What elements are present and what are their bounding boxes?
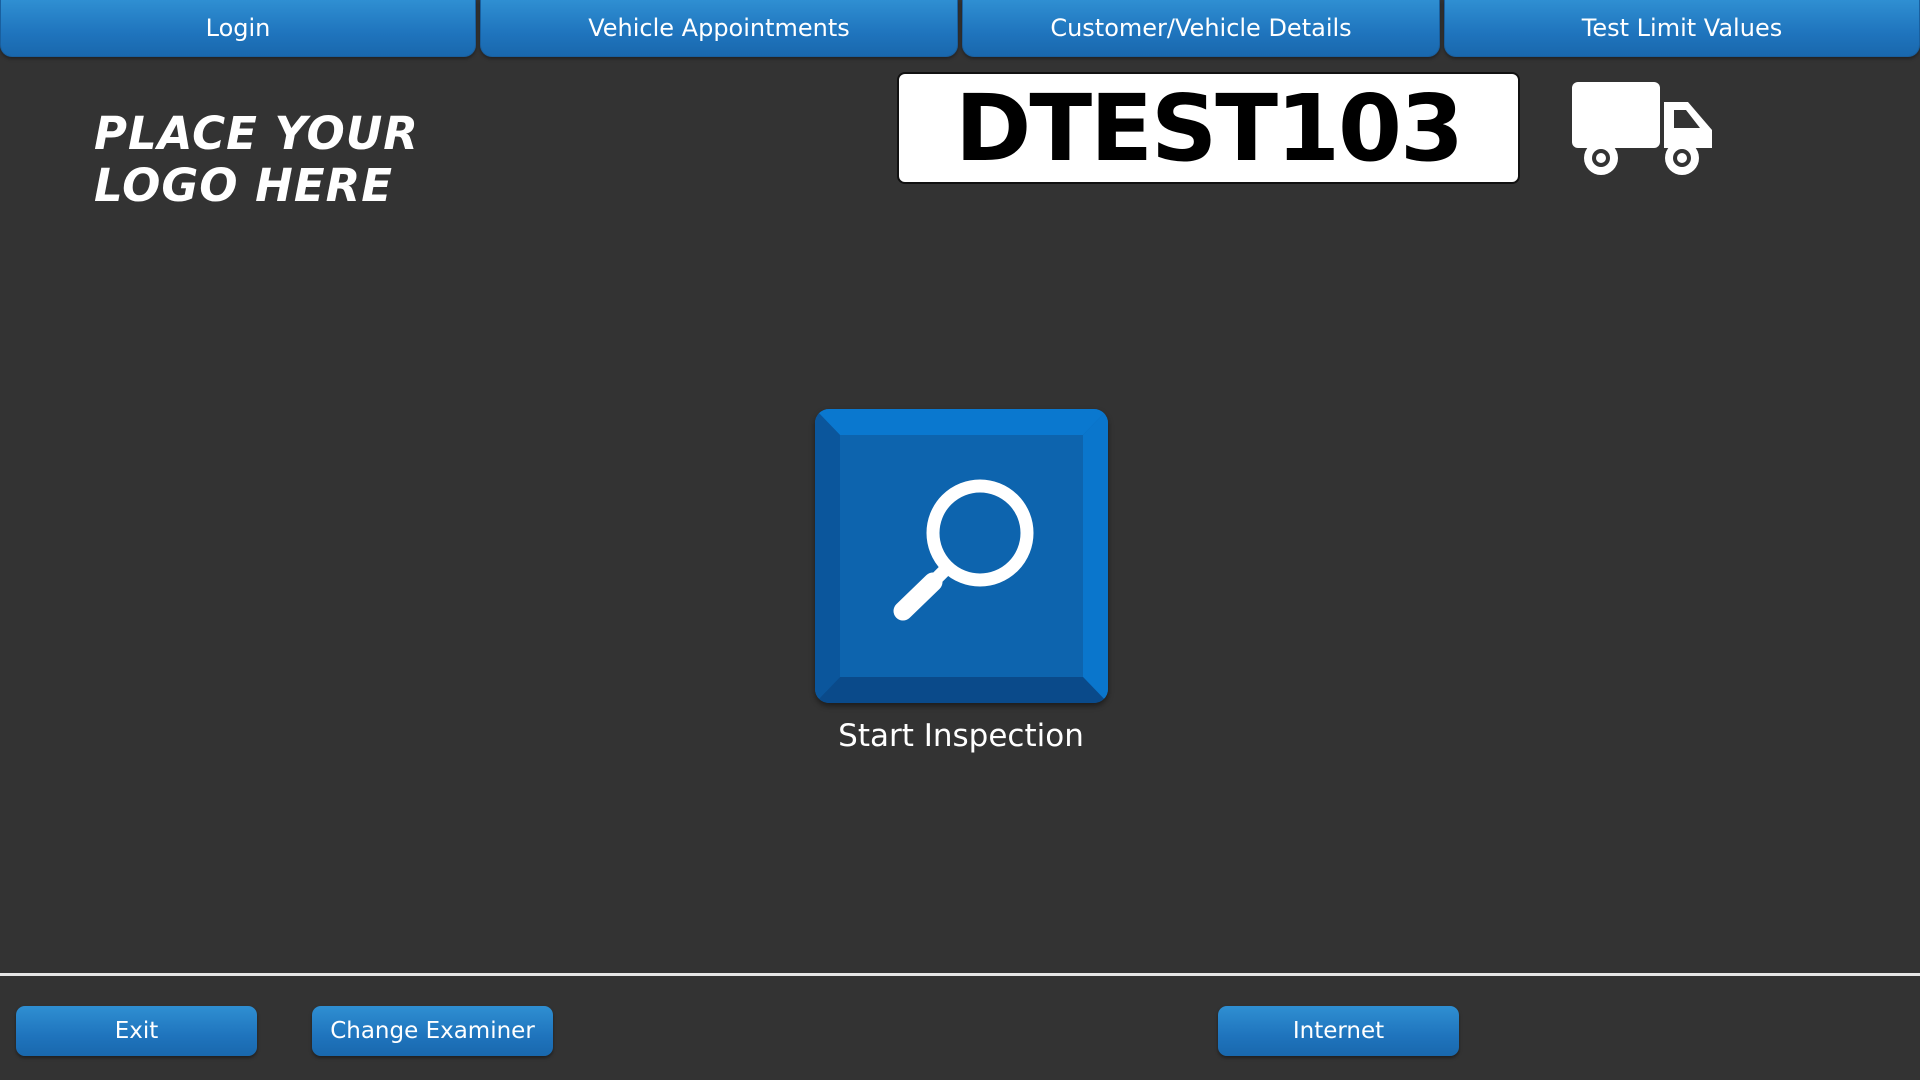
license-plate-number: DTEST103: [954, 74, 1464, 182]
tab-customer-vehicle-details[interactable]: Customer/Vehicle Details: [962, 0, 1440, 57]
logo-line-2: LOGO HERE: [94, 159, 393, 212]
internet-button[interactable]: Internet: [1218, 1006, 1459, 1056]
license-plate-display: DTEST103: [897, 72, 1520, 184]
tab-login[interactable]: Login: [0, 0, 476, 57]
logo-placeholder: PLACE YOUR LOGO HERE: [94, 108, 419, 212]
footer-divider: [0, 973, 1920, 976]
tab-test-limit-values[interactable]: Test Limit Values: [1444, 0, 1920, 57]
truck-icon: [1572, 82, 1712, 175]
tab-vehicle-appointments[interactable]: Vehicle Appointments: [480, 0, 958, 57]
top-navigation-bar: Login Vehicle Appointments Customer/Vehi…: [0, 0, 1920, 58]
exit-button[interactable]: Exit: [16, 1006, 257, 1056]
start-inspection-button[interactable]: [815, 409, 1108, 703]
start-inspection-label: Start Inspection: [838, 718, 1084, 754]
logo-line-1: PLACE YOUR: [94, 107, 419, 160]
change-examiner-button[interactable]: Change Examiner: [312, 1006, 553, 1056]
magnifier-icon: [893, 479, 1034, 621]
